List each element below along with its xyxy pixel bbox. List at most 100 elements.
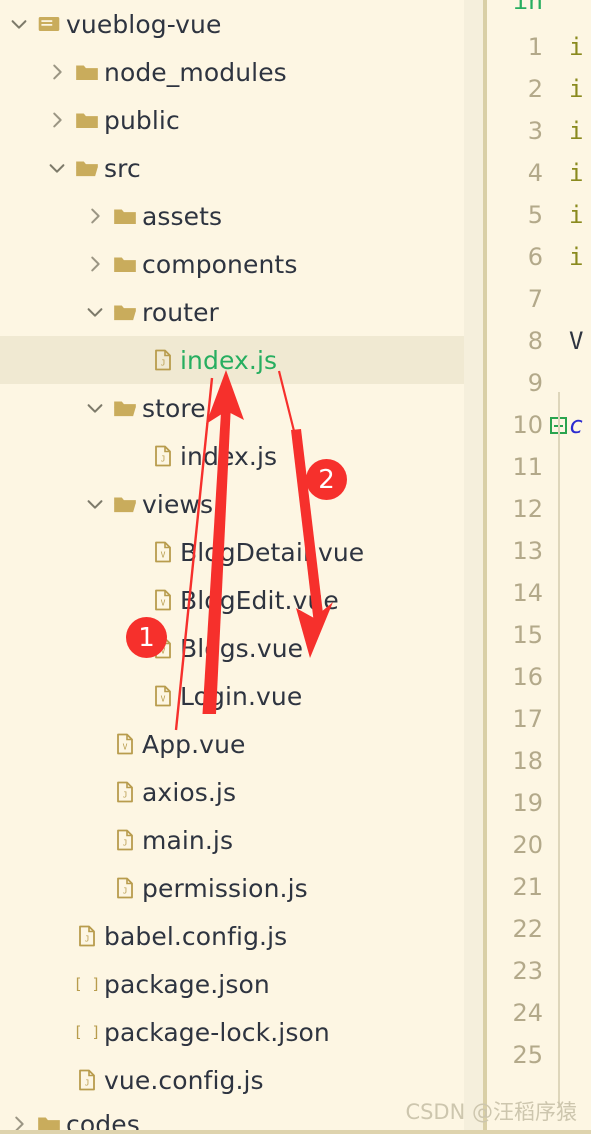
tree-item-label: router [142, 297, 219, 327]
tree-item-label: index.js [180, 441, 278, 471]
tree-item-package-lock-json[interactable]: [ ] package-lock.json [0, 1008, 464, 1056]
code-line[interactable]: 23 [487, 950, 591, 992]
tree-item-babel-config-js[interactable]: Jbabel.config.js [0, 912, 464, 960]
folder-open-icon [70, 155, 104, 181]
code-line[interactable]: 12 [487, 488, 591, 530]
line-number: 3 [527, 117, 543, 145]
code-line[interactable]: 14 [487, 572, 591, 614]
code-line[interactable]: 17 [487, 698, 591, 740]
chevron-right-icon[interactable] [82, 205, 108, 227]
tree-item-blogs-vue[interactable]: V Blogs.vue [0, 624, 464, 672]
code-line[interactable]: 25 [487, 1034, 591, 1076]
tree-item-axios-js[interactable]: Jaxios.js [0, 768, 464, 816]
tree-item-label: permission.js [142, 873, 308, 903]
vue-file-icon: V [146, 684, 180, 708]
tree-item-label: App.vue [142, 729, 246, 759]
svg-text:V: V [161, 599, 166, 608]
vue-file-icon: V [146, 636, 180, 660]
folder-closed-icon [70, 107, 104, 133]
svg-text:V: V [161, 695, 166, 704]
code-line[interactable]: 21 [487, 866, 591, 908]
tree-item-store-index-js[interactable]: Jindex.js [0, 432, 464, 480]
tree-item-label: main.js [142, 825, 234, 855]
chevron-down-icon[interactable] [82, 397, 108, 419]
chevron-down-icon[interactable] [6, 13, 32, 35]
code-lines[interactable]: 1 i 2 i 3 i 4 i 5 i 6 i 7 8 V 9 10 c 11 12 13 14 15 16 17 18 19 20 2… [487, 26, 591, 1134]
code-line[interactable]: 8V [487, 320, 591, 362]
line-number: 8 [527, 327, 543, 355]
tree-item-app-vue[interactable]: V App.vue [0, 720, 464, 768]
code-editor-pane[interactable]: in 1 i 2 i 3 i 4 i 5 i 6 i 7 8 V 9 10 c 11 12 13 14 15 16 17 18 19… [487, 0, 591, 1134]
code-line[interactable]: 9 [487, 362, 591, 404]
code-line[interactable]: 13 [487, 530, 591, 572]
tree-item-assets[interactable]: assets [0, 192, 464, 240]
tree-item-label: Login.vue [180, 681, 303, 711]
chevron-down-icon[interactable] [82, 301, 108, 323]
folder-open-icon [108, 395, 142, 421]
code-line[interactable]: 5i [487, 194, 591, 236]
code-line[interactable]: 24 [487, 992, 591, 1034]
tree-item-components[interactable]: components [0, 240, 464, 288]
tree-item-public[interactable]: public [0, 96, 464, 144]
svg-text:J: J [85, 1079, 90, 1088]
line-number: 18 [512, 747, 543, 775]
code-line[interactable]: 22 [487, 908, 591, 950]
tree-item-vueblog-vue[interactable]: vueblog-vue [0, 0, 464, 48]
js-file-icon: J [108, 780, 142, 804]
tree-item-blogdetail-vue[interactable]: V BlogDetail.vue [0, 528, 464, 576]
line-number: 17 [512, 705, 543, 733]
code-line[interactable]: 15 [487, 614, 591, 656]
code-line[interactable]: 4i [487, 152, 591, 194]
line-number: 5 [527, 201, 543, 229]
editor-tab-bar[interactable]: in [487, 0, 591, 26]
editor-tab-label[interactable]: in [513, 0, 543, 15]
tree-item-store[interactable]: store [0, 384, 464, 432]
code-line[interactable]: 3i [487, 110, 591, 152]
tree-item-package-json[interactable]: [ ] package.json [0, 960, 464, 1008]
code-line[interactable]: 7 [487, 278, 591, 320]
tree-item-label: axios.js [142, 777, 237, 807]
vue-file-icon: V [146, 540, 180, 564]
line-number: 7 [527, 285, 543, 313]
code-line[interactable]: 10 c [487, 404, 591, 446]
code-line[interactable]: 6i [487, 236, 591, 278]
line-number: 2 [527, 75, 543, 103]
tree-item-views[interactable]: views [0, 480, 464, 528]
chevron-right-icon[interactable] [44, 109, 70, 131]
code-line[interactable]: 16 [487, 656, 591, 698]
line-number: 15 [512, 621, 543, 649]
tree-item-router-index-js[interactable]: Jindex.js [0, 336, 464, 384]
chevron-right-icon[interactable] [82, 253, 108, 275]
code-line[interactable]: 1i [487, 26, 591, 68]
code-text: i [569, 75, 584, 103]
folder-open-icon [108, 299, 142, 325]
line-number: 24 [512, 999, 543, 1027]
tree-item-node-modules[interactable]: node_modules [0, 48, 464, 96]
tree-item-label: BlogEdit.vue [180, 585, 339, 615]
tree-item-src[interactable]: src [0, 144, 464, 192]
chevron-down-icon[interactable] [44, 157, 70, 179]
code-line[interactable]: 19 [487, 782, 591, 824]
project-icon [32, 11, 66, 37]
code-line[interactable]: 18 [487, 740, 591, 782]
code-line[interactable]: 11 [487, 446, 591, 488]
tree-item-login-vue[interactable]: V Login.vue [0, 672, 464, 720]
tree-item-label: vue.config.js [104, 1065, 264, 1095]
vscode-explorer-screenshot: vueblog-vue node_modules public src assets co… [0, 0, 591, 1134]
bottom-border [0, 1130, 591, 1134]
code-line[interactable]: 20 [487, 824, 591, 866]
tree-item-router[interactable]: router [0, 288, 464, 336]
tree-item-blogedit-vue[interactable]: V BlogEdit.vue [0, 576, 464, 624]
code-line[interactable]: 2i [487, 68, 591, 110]
json-file-icon: [ ] [70, 972, 104, 996]
chevron-right-icon[interactable] [44, 61, 70, 83]
tree-item-main-js[interactable]: Jmain.js [0, 816, 464, 864]
file-explorer-tree[interactable]: vueblog-vue node_modules public src assets co… [0, 0, 464, 1134]
line-number: 6 [527, 243, 543, 271]
chevron-down-icon[interactable] [82, 493, 108, 515]
tree-item-permission-js[interactable]: Jpermission.js [0, 864, 464, 912]
line-number: 10 [512, 411, 543, 439]
svg-text:V: V [123, 743, 128, 752]
line-number: 11 [512, 453, 543, 481]
tree-item-label: index.js [180, 345, 278, 375]
